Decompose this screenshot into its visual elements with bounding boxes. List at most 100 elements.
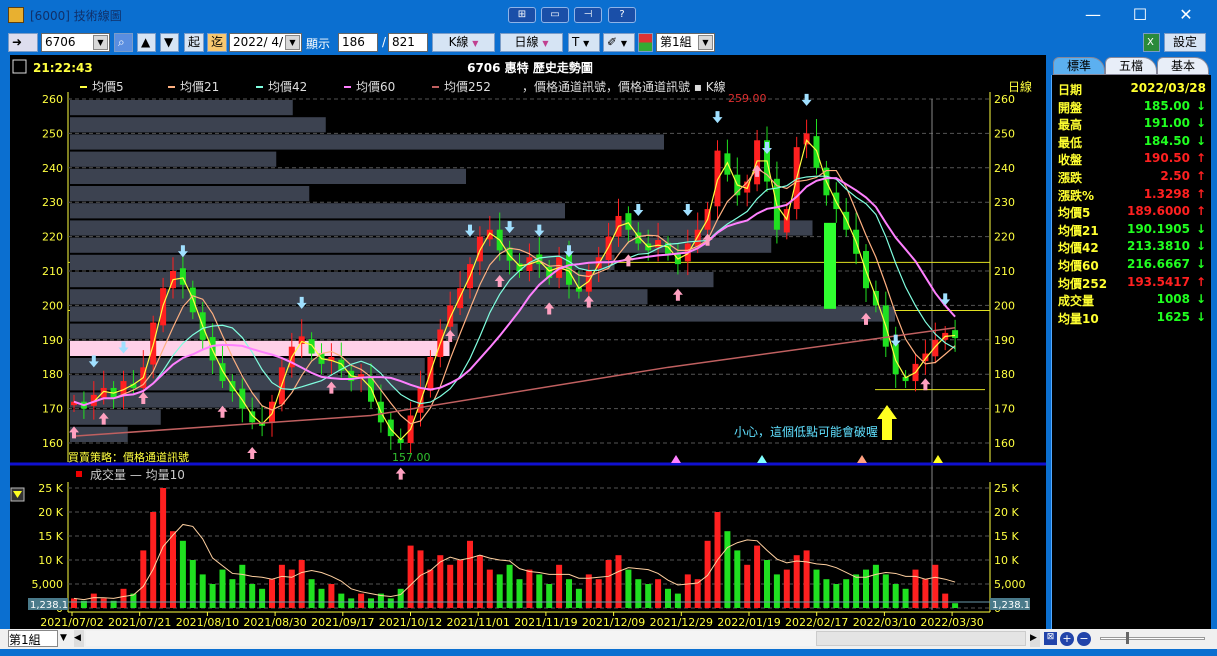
volume-bar (833, 584, 840, 608)
volume-ma10-line (73, 523, 956, 601)
legend-item: 均價21 (180, 80, 219, 94)
x-tick-label: 2021/09/17 (311, 616, 374, 629)
x-tick-label: 2021/07/21 (108, 616, 171, 629)
volume-bar (922, 579, 929, 608)
info-row: 均價42 213.3810 ↓ (1058, 239, 1208, 257)
volume-bar (882, 574, 889, 608)
price-tick-right: 160 (994, 437, 1015, 450)
candle-body (824, 222, 836, 309)
fit-icon[interactable]: ⊠ (1044, 632, 1057, 645)
volume-bar (476, 555, 483, 608)
info-row: 均價5 189.6000 ↑ (1058, 204, 1208, 222)
volume-bar (635, 579, 642, 608)
trend-arrow-icon: ↑ (1195, 274, 1206, 289)
info-label: 均量10 (1058, 311, 1099, 326)
info-row: 漲跌 2.50 ↑ (1058, 169, 1208, 187)
volume-legend: 成交量 — 均量10 (90, 467, 185, 482)
volume-bar (150, 512, 157, 608)
volume-bar (239, 564, 246, 608)
bottom-bar: 第1組 ▼ ◀ ▶ ⊠ + − (0, 629, 1217, 649)
volume-bar (655, 579, 662, 608)
volume-bar (209, 584, 216, 608)
volume-bar (892, 584, 899, 608)
scroll-left-button[interactable]: ◀ (74, 630, 84, 647)
group-select[interactable]: 第1組 (8, 630, 58, 647)
info-row: 開盤 185.00 ↓ (1058, 99, 1208, 117)
zoom-slider[interactable] (1100, 632, 1205, 644)
volume-bar (734, 550, 741, 608)
info-label: 均價252 (1058, 276, 1108, 291)
volume-bar (298, 560, 305, 608)
x-tick-label: 2021/08/30 (243, 616, 306, 629)
volume-bar (595, 579, 602, 608)
candle-body (932, 339, 939, 357)
info-row: 成交量 1008 ↓ (1058, 292, 1208, 310)
info-row: 漲跌% 1.3298 ↑ (1058, 187, 1208, 205)
info-value: 191.00 (1143, 116, 1190, 131)
buy-signal-arrow-icon (247, 447, 258, 459)
buy-signal-arrow-icon (395, 467, 406, 480)
volume-bar (457, 560, 464, 608)
price-tick-right: 180 (994, 368, 1015, 381)
price-tick-right: 260 (994, 93, 1015, 106)
trend-arrow-icon: ↓ (1195, 98, 1206, 113)
info-value: 2022/03/28 (1130, 81, 1206, 95)
group-select-value: 第1組 (9, 633, 41, 647)
scrollbar-thumb[interactable] (816, 631, 1026, 646)
volume-bar (754, 545, 761, 608)
chevron-down-icon[interactable]: ▼ (60, 630, 72, 647)
candle-body (625, 213, 632, 230)
info-label: 均價5 (1058, 206, 1091, 221)
volume-marker-left-text: 1,238.1 (30, 600, 68, 611)
info-label: 最高 (1058, 118, 1083, 133)
up-arrow-annotation-icon[interactable] (877, 405, 897, 440)
volume-bar (120, 588, 127, 608)
sell-signal-arrow-icon (712, 111, 723, 124)
x-tick-label: 2021/07/02 (40, 616, 103, 629)
volume-bar (853, 574, 860, 608)
candle-body (239, 388, 246, 409)
volume-bar (803, 550, 810, 608)
info-panel: 標準 五檔 基本 日期 2022/03/28 開盤 185.00 ↓ 最高 191.00 ↓ 最… (1051, 55, 1211, 629)
tab-standard[interactable]: 標準 (1053, 57, 1105, 75)
info-row: 日期 2022/03/28 (1058, 81, 1208, 99)
tab-basic[interactable]: 基本 (1157, 57, 1209, 75)
info-label: 最低 (1058, 135, 1083, 150)
zoom-in-icon[interactable]: + (1060, 632, 1074, 646)
volume-tick-left: 5,000 (32, 578, 64, 591)
zoom-slider-handle[interactable] (1126, 632, 1129, 644)
buy-signal-arrow-icon (752, 164, 763, 177)
scroll-right-button[interactable]: ▶ (1030, 630, 1040, 647)
price-tick-right: 200 (994, 299, 1015, 312)
x-tick-label: 2021/08/10 (176, 616, 239, 629)
volume-profile-bar (70, 117, 326, 133)
signal-marker-icon (757, 455, 767, 463)
info-value: 189.6000 (1126, 204, 1190, 219)
volume-bar (447, 564, 454, 608)
buy-signal-arrow-icon (920, 378, 931, 391)
candle-body (308, 339, 315, 354)
zoom-out-icon[interactable]: − (1077, 632, 1091, 646)
volume-bar (318, 588, 325, 608)
signal-marker-icon (671, 455, 681, 463)
volume-profile-bar (70, 134, 664, 150)
volume-bar (744, 564, 751, 608)
volume-bar (942, 593, 949, 608)
info-value: 1008 (1156, 292, 1190, 307)
volume-bar (179, 540, 186, 608)
info-row: 最低 184.50 ↓ (1058, 134, 1208, 152)
volume-tick-right: 20 K (994, 506, 1019, 519)
strategy-label: 買賣策略：價格通道訊號 (68, 450, 189, 464)
annotation-text[interactable]: 小心，這個低點可能會破喔 (734, 424, 878, 439)
volume-tick-right: 10 K (994, 554, 1019, 567)
volume-profile-bar (70, 151, 277, 167)
tab-five-levels[interactable]: 五檔 (1105, 57, 1157, 75)
volume-bar (773, 574, 780, 608)
info-value: 216.6667 (1126, 257, 1190, 271)
info-value: 190.50 (1143, 151, 1190, 166)
volume-bar (952, 603, 959, 608)
candle-body (714, 150, 721, 207)
horizontal-scrollbar[interactable] (86, 631, 1026, 646)
info-value: 193.5417 (1126, 274, 1190, 289)
volume-profile-bar (70, 289, 648, 305)
